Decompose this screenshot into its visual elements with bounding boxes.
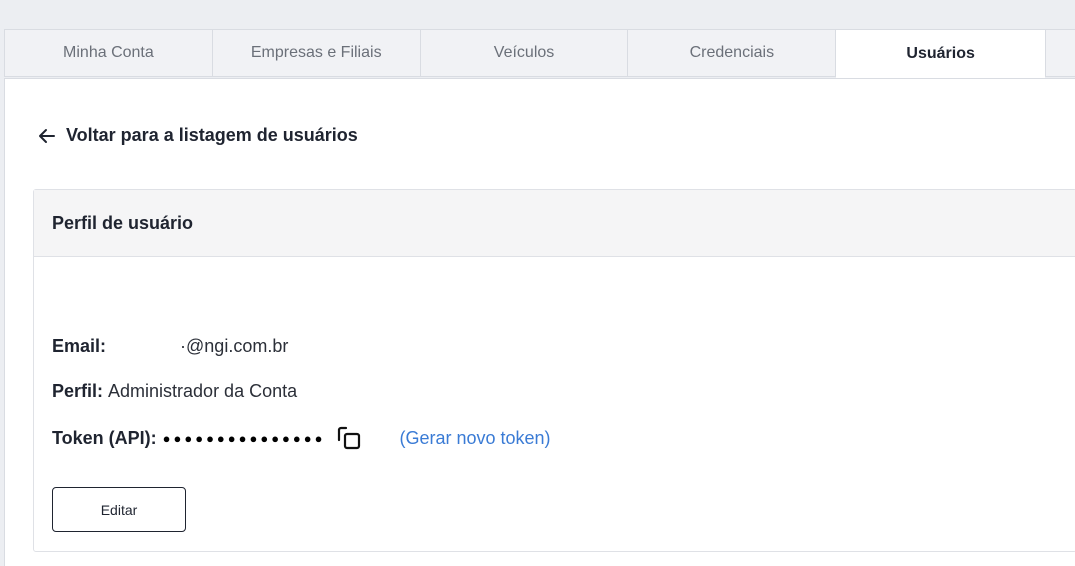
tab-veiculos[interactable]: Veículos	[419, 29, 628, 77]
generate-token-link[interactable]: (Gerar novo token)	[399, 428, 550, 449]
copy-icon[interactable]	[337, 425, 363, 451]
tab-credenciais[interactable]: Credenciais	[627, 29, 836, 77]
token-label: Token (API):	[52, 427, 157, 448]
tab-usuarios[interactable]: Usuários	[835, 29, 1046, 78]
tab-empresas-e-filiais[interactable]: Empresas e Filiais	[211, 29, 420, 77]
edit-button[interactable]: Editar	[52, 487, 186, 532]
arrow-left-icon	[39, 128, 55, 143]
profile-card: Perfil de usuário Email: ·@ngi.com.br Pe…	[33, 189, 1075, 552]
email-row: Email: ·@ngi.com.br	[52, 336, 288, 357]
perfil-row: Perfil: Administrador da Conta	[52, 381, 297, 402]
email-label: Email:	[52, 336, 107, 356]
email-value: ·@ngi.com.br	[180, 336, 289, 356]
profile-card-title: Perfil de usuário	[34, 190, 1075, 257]
tab-bar: Minha Conta Empresas e Filiais Veículos …	[4, 29, 1075, 78]
tab-overflow[interactable]	[1045, 29, 1075, 77]
perfil-value: Administrador da Conta	[108, 381, 298, 401]
back-link-label: Voltar para a listagem de usuários	[66, 125, 358, 145]
perfil-label: Perfil:	[52, 381, 104, 401]
token-row: Token (API): ●●●●●●●●●●●●●●● (Gerar novo…	[52, 425, 551, 451]
back-link[interactable]: Voltar para a listagem de usuários	[38, 125, 358, 146]
content-panel: Voltar para a listagem de usuários Perfi…	[4, 78, 1075, 566]
tab-minha-conta[interactable]: Minha Conta	[4, 29, 212, 77]
token-value: ●●●●●●●●●●●●●●●	[162, 430, 326, 446]
